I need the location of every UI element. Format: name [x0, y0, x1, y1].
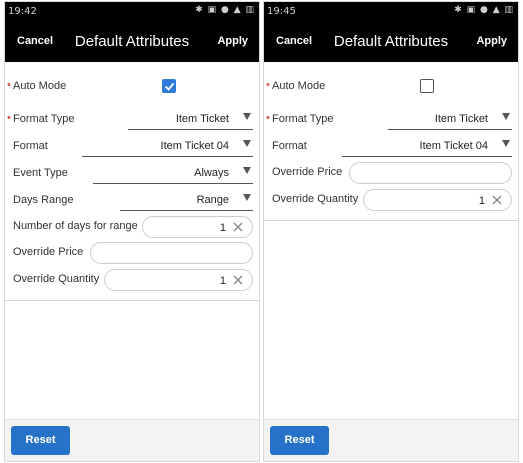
status-time: 19:45 — [267, 6, 296, 17]
format-type-label: Format Type — [272, 113, 334, 125]
format-type-row: • Format Type Item Ticket — [264, 107, 518, 133]
bottom-bar: Reset — [5, 419, 259, 461]
app-bar: Cancel Default Attributes Apply — [5, 22, 259, 62]
required-marker: • — [266, 112, 270, 124]
auto-mode-row: • Auto Mode — [264, 74, 518, 100]
override-price-input[interactable] — [90, 242, 253, 264]
event-type-row: Event Type Always — [5, 161, 259, 187]
dropdown-caret-icon — [243, 113, 251, 120]
app-bar: Cancel Default Attributes Apply — [264, 22, 518, 62]
format-value: Item Ticket 04 — [419, 140, 488, 152]
apply-button[interactable]: Apply — [476, 35, 507, 47]
override-price-row: Override Price — [5, 240, 259, 266]
format-row: Format Item Ticket 04 — [264, 134, 518, 160]
format-type-value: Item Ticket — [434, 113, 488, 125]
status-bar: 19:42 ✱ ▣ ● ▲ ▥ — [5, 2, 259, 22]
reset-button[interactable]: Reset — [270, 426, 329, 455]
days-range-row: Days Range Range — [5, 188, 259, 214]
auto-mode-label: Auto Mode — [272, 80, 326, 92]
required-marker: • — [7, 112, 11, 124]
event-type-select[interactable]: Always — [93, 164, 253, 184]
override-price-label: Override Price — [272, 166, 343, 178]
reset-button[interactable]: Reset — [11, 426, 70, 455]
override-quantity-value: 1 — [478, 195, 485, 207]
dropdown-caret-icon — [243, 167, 251, 174]
auto-mode-checkbox[interactable] — [420, 79, 434, 93]
screen-left: 19:42 ✱ ▣ ● ▲ ▥ Cancel Default Attribute… — [4, 1, 260, 462]
days-for-range-row: Number of days for range 1 — [5, 214, 259, 240]
format-row: Format Item Ticket 04 — [5, 134, 259, 160]
days-range-select[interactable]: Range — [120, 191, 253, 211]
override-price-label: Override Price — [13, 246, 84, 258]
event-type-value: Always — [194, 167, 229, 179]
clear-icon[interactable] — [491, 194, 503, 206]
bottom-bar: Reset — [264, 419, 518, 461]
dropdown-caret-icon — [502, 140, 510, 147]
override-quantity-label: Override Quantity — [272, 193, 359, 205]
format-type-select[interactable]: Item Ticket — [388, 110, 512, 130]
days-range-label: Days Range — [13, 194, 74, 206]
override-quantity-label: Override Quantity — [13, 273, 100, 285]
status-icons: ✱ ▣ ● ▲ ▥ — [454, 5, 514, 15]
section-divider — [264, 220, 518, 221]
override-quantity-input[interactable]: 1 — [104, 269, 253, 291]
format-type-label: Format Type — [13, 113, 75, 125]
format-value: Item Ticket 04 — [160, 140, 229, 152]
override-price-input[interactable] — [349, 162, 512, 184]
auto-mode-checkbox[interactable] — [162, 79, 176, 93]
days-for-range-input[interactable]: 1 — [142, 216, 253, 238]
format-type-row: • Format Type Item Ticket — [5, 107, 259, 133]
override-quantity-row: Override Quantity 1 — [264, 187, 518, 213]
clear-icon[interactable] — [232, 221, 244, 233]
status-bar: 19:45 ✱ ▣ ● ▲ ▥ — [264, 2, 518, 22]
format-select[interactable]: Item Ticket 04 — [82, 137, 253, 157]
required-marker: • — [7, 79, 11, 91]
format-label: Format — [13, 140, 48, 152]
days-range-value: Range — [196, 194, 229, 206]
clear-icon[interactable] — [232, 274, 244, 286]
apply-button[interactable]: Apply — [217, 35, 248, 47]
dropdown-caret-icon — [243, 194, 251, 201]
format-label: Format — [272, 140, 307, 152]
event-type-label: Event Type — [13, 167, 68, 179]
format-select[interactable]: Item Ticket 04 — [342, 137, 512, 157]
status-icons: ✱ ▣ ● ▲ ▥ — [195, 5, 255, 15]
days-for-range-label: Number of days for range — [13, 220, 138, 232]
override-price-row: Override Price — [264, 160, 518, 186]
status-time: 19:42 — [8, 6, 37, 17]
override-quantity-row: Override Quantity 1 — [5, 267, 259, 293]
format-type-value: Item Ticket — [175, 113, 229, 125]
days-for-range-value: 1 — [219, 222, 226, 234]
override-quantity-value: 1 — [219, 275, 226, 287]
auto-mode-row: • Auto Mode — [5, 74, 259, 100]
dropdown-caret-icon — [502, 113, 510, 120]
checkmark-icon — [164, 82, 175, 91]
format-type-select[interactable]: Item Ticket — [128, 110, 253, 130]
dropdown-caret-icon — [243, 140, 251, 147]
override-quantity-input[interactable]: 1 — [363, 189, 512, 211]
auto-mode-label: Auto Mode — [13, 80, 67, 92]
required-marker: • — [266, 79, 270, 91]
section-divider — [5, 300, 259, 301]
screen-right: 19:45 ✱ ▣ ● ▲ ▥ Cancel Default Attribute… — [263, 1, 519, 462]
